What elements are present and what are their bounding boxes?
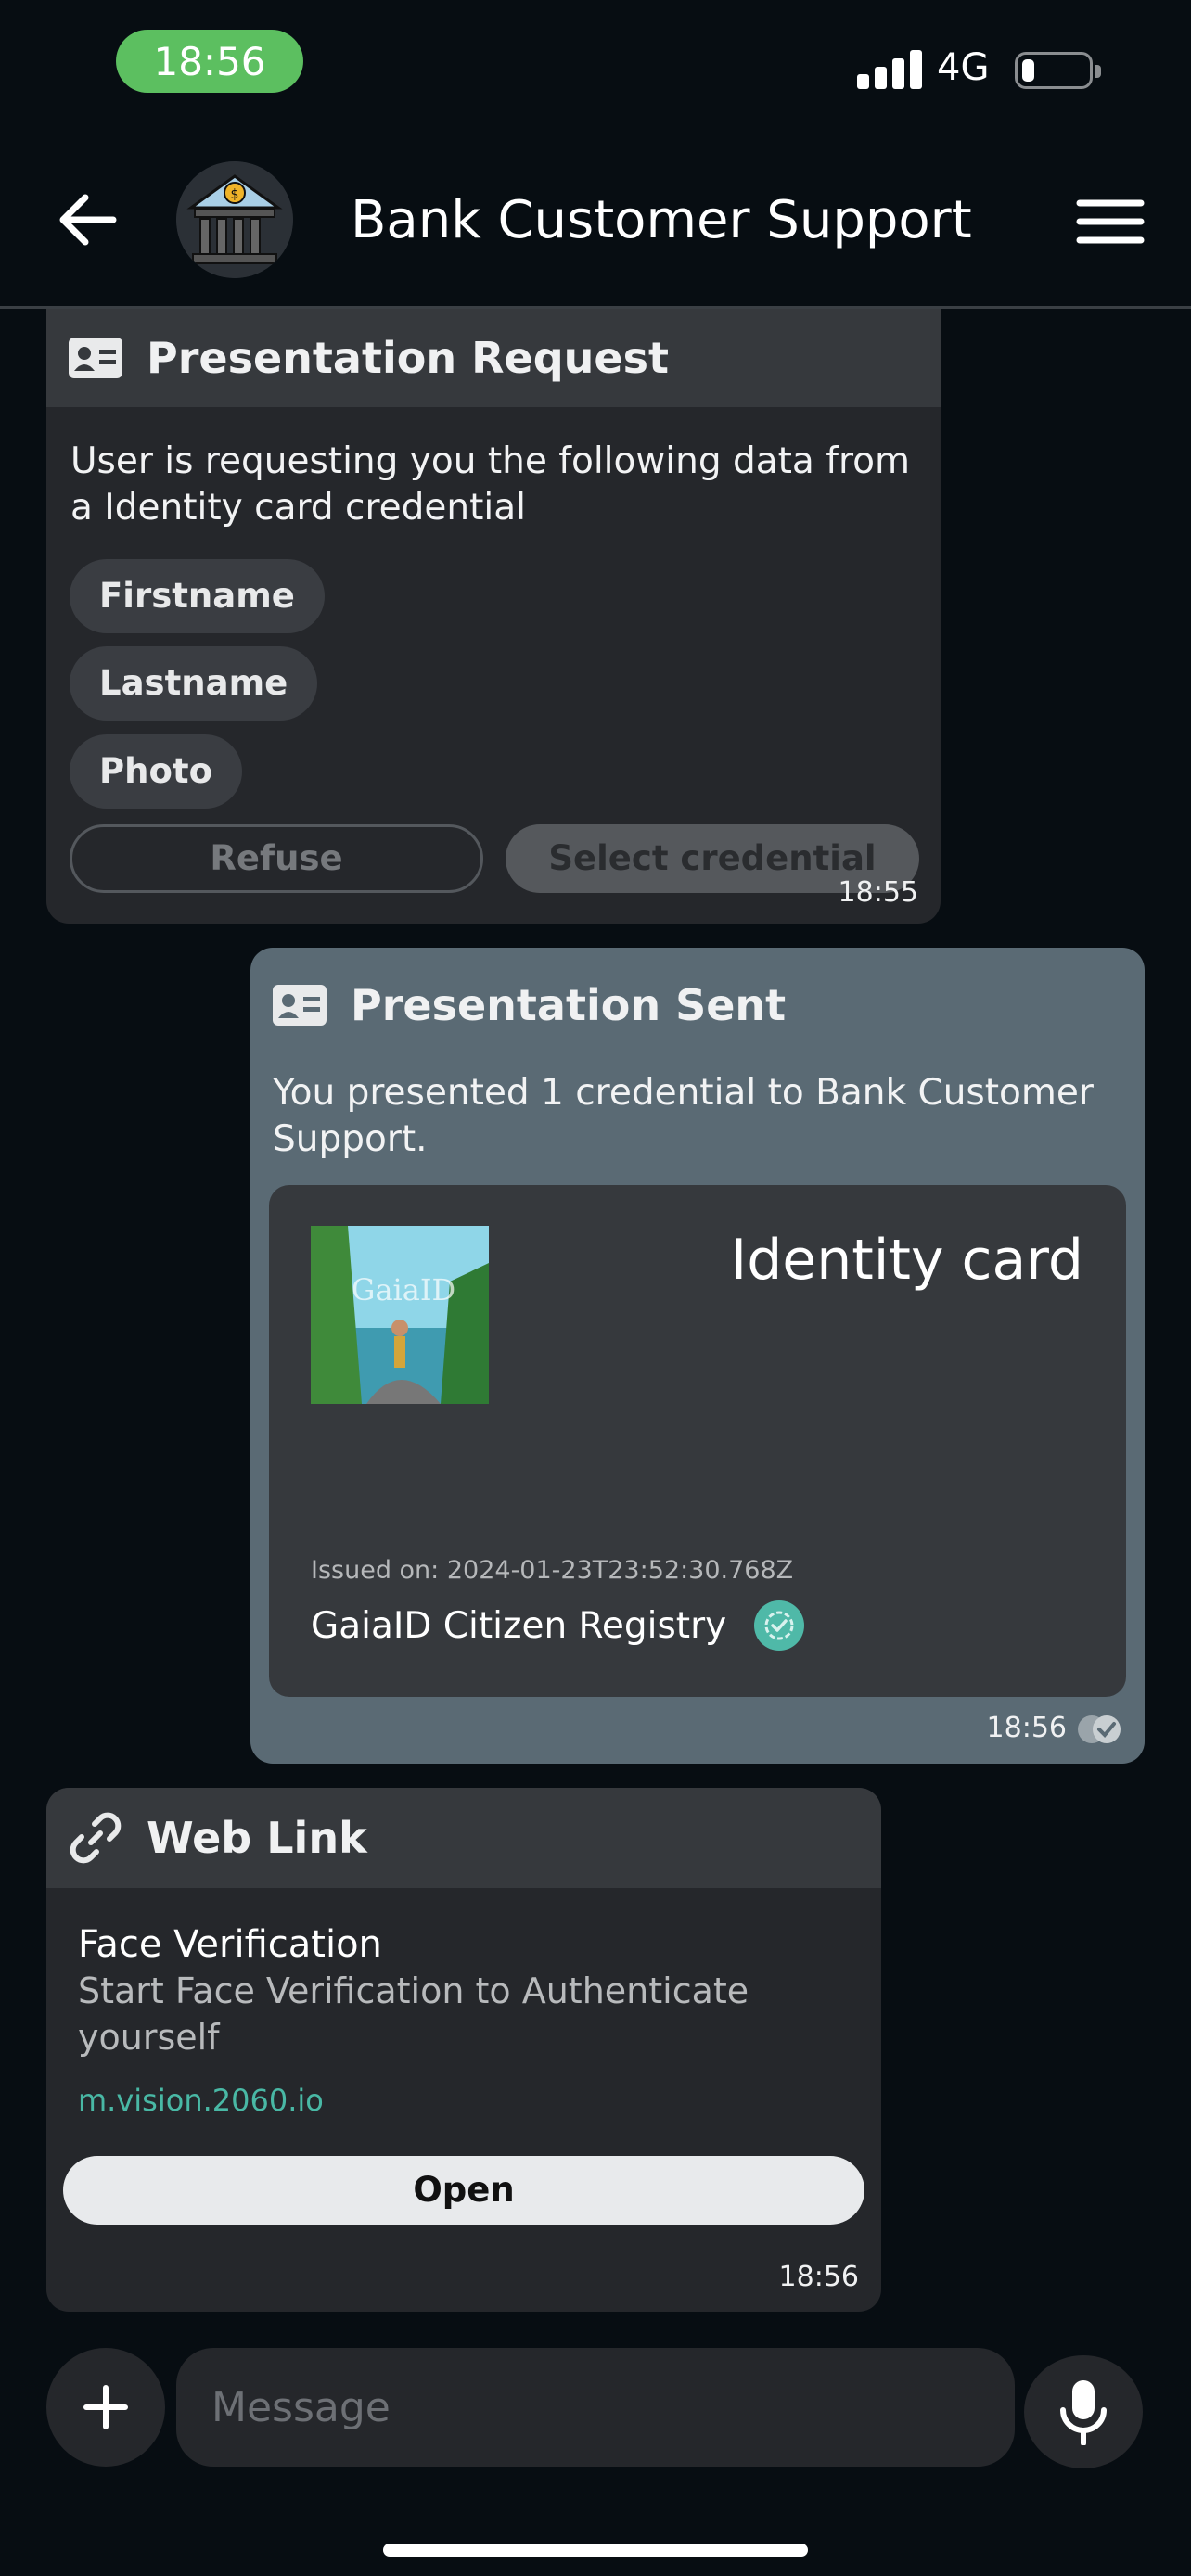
- sent-text: You presented 1 credential to Bank Custo…: [273, 1072, 1094, 1160]
- chat-title: Bank Customer Support: [351, 190, 972, 250]
- message-list[interactable]: Presentation Request User is requesting …: [0, 309, 1191, 2312]
- open-button[interactable]: Open: [63, 2156, 864, 2225]
- field-chip-lastname: Lastname: [70, 646, 318, 721]
- mic-icon[interactable]: [1024, 2355, 1143, 2468]
- signal-icon: [857, 46, 922, 89]
- request-header: Presentation Request: [46, 309, 941, 407]
- link-icon: [70, 1812, 122, 1864]
- back-arrow-icon[interactable]: [56, 187, 121, 252]
- id-card-icon: [273, 985, 327, 1026]
- link-header-title: Web Link: [147, 1813, 367, 1863]
- status-time: 18:56: [116, 30, 303, 93]
- web-link-message: Web Link Face Verification Start Face Ve…: [46, 1788, 881, 2312]
- link-title: Face Verification: [78, 1923, 382, 1966]
- sent-title: Presentation Sent: [351, 980, 787, 1030]
- credential-issued-date: Issued on: 2024-01-23T23:52:30.768Z: [311, 1556, 794, 1585]
- request-title: Presentation Request: [147, 333, 669, 383]
- credential-image-text: GaiaID: [352, 1272, 455, 1307]
- id-card-icon: [69, 338, 122, 378]
- svg-text:$: $: [231, 187, 239, 202]
- field-chip-photo: Photo: [70, 734, 242, 809]
- message-input[interactable]: [176, 2348, 1015, 2467]
- field-chip-firstname: Firstname: [70, 559, 325, 633]
- link-header: Web Link: [46, 1788, 881, 1888]
- message-time: 18:56: [986, 1712, 1067, 1744]
- message-time: 18:55: [838, 876, 918, 909]
- credential-issuer: GaiaID Citizen Registry: [311, 1600, 805, 1651]
- menu-icon[interactable]: [1076, 198, 1145, 245]
- refuse-button[interactable]: Refuse: [70, 824, 483, 893]
- network-type: 4G: [937, 46, 990, 89]
- sent-header: Presentation Sent: [250, 948, 1145, 1052]
- link-description: Start Face Verification to Authenticate …: [78, 1970, 749, 2058]
- credential-card[interactable]: GaiaID Identity card Issued on: 2024-01-…: [269, 1185, 1126, 1697]
- presentation-request-message: Presentation Request User is requesting …: [46, 309, 941, 924]
- plus-icon[interactable]: [46, 2348, 165, 2467]
- presentation-sent-message: Presentation Sent You presented 1 creden…: [250, 948, 1145, 1764]
- issuer-name: GaiaID Citizen Registry: [311, 1604, 727, 1647]
- verified-badge-icon: [754, 1600, 805, 1651]
- chat-header: $ Bank Customer Support: [0, 139, 1191, 309]
- home-indicator[interactable]: [383, 2544, 808, 2557]
- credential-title: Identity card: [730, 1228, 1083, 1293]
- read-check-icon: [1076, 1714, 1122, 1749]
- link-url[interactable]: m.vision.2060.io: [78, 2083, 324, 2118]
- message-time: 18:56: [778, 2261, 859, 2293]
- battery-icon: [1015, 52, 1101, 89]
- request-text: User is requesting you the following dat…: [70, 440, 910, 529]
- credential-image: GaiaID: [311, 1226, 489, 1404]
- bank-avatar-icon[interactable]: $: [176, 161, 293, 278]
